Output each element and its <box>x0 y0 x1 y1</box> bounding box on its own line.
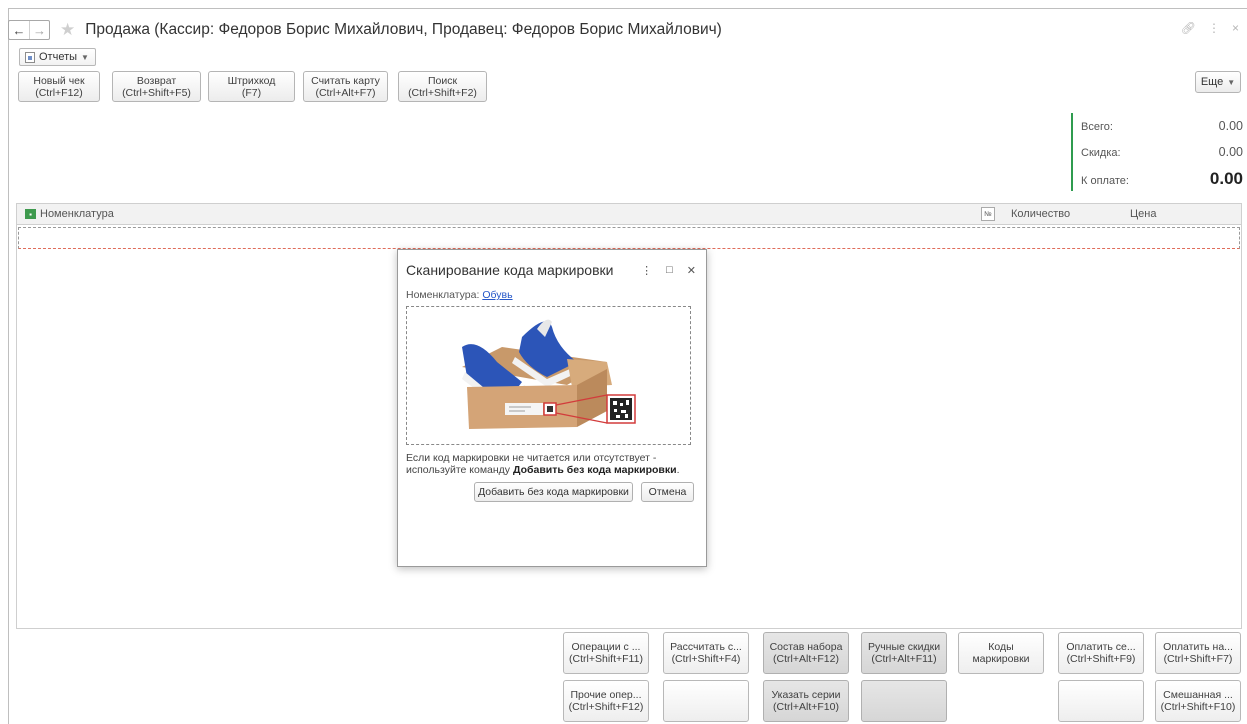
button-shortcut: (Ctrl+Shift+F9) <box>1066 653 1136 665</box>
button-label: Новый чек <box>33 74 85 87</box>
button-label-2: маркировки <box>972 653 1030 665</box>
button-label: Указать серии <box>771 689 841 701</box>
button-shortcut: (Ctrl+Shift+F7) <box>1163 653 1233 665</box>
more-button[interactable]: Еще ▼ <box>1195 71 1241 93</box>
pay-on-button[interactable]: Оплатить на... (Ctrl+Shift+F7) <box>1155 632 1241 674</box>
mixed-payment-button[interactable]: Смешанная ... (Ctrl+Shift+F10) <box>1155 680 1241 722</box>
favorite-star-icon[interactable]: ★ <box>60 20 75 40</box>
read-card-button[interactable]: Считать карту (Ctrl+Alt+F7) <box>303 71 388 102</box>
set-composition-button[interactable]: Состав набора (Ctrl+Alt+F12) <box>763 632 849 674</box>
maximize-icon[interactable]: □ <box>666 264 673 277</box>
total-row: Всего: 0.00 <box>1081 119 1243 133</box>
pay-button[interactable]: Оплатить се... (Ctrl+Shift+F9) <box>1058 632 1144 674</box>
column-price[interactable]: Цена <box>1130 208 1156 220</box>
barcode-button[interactable]: Штрихкод (F7) <box>208 71 295 102</box>
more-label: Еще <box>1200 76 1224 88</box>
discount-value: 0.00 <box>1218 145 1243 159</box>
hint-end: . <box>676 464 680 476</box>
return-button[interactable]: Возврат (Ctrl+Shift+F5) <box>112 71 201 102</box>
button-shortcut: (Ctrl+Shift+F4) <box>671 653 741 665</box>
discount-label: Скидка: <box>1081 147 1121 159</box>
more-vert-icon[interactable]: ⋮ <box>641 264 652 277</box>
reports-menu-button[interactable]: Отчеты ▼ <box>19 48 96 66</box>
button-shortcut: (Ctrl+Alt+F7) <box>315 86 376 99</box>
button-shortcut: (Ctrl+Shift+F5) <box>122 86 191 99</box>
table-header: ▪ Номенклатура № Количество Цена <box>16 203 1242 225</box>
column-nomenclature[interactable]: Номенклатура <box>40 208 114 220</box>
dialog-title: Сканирование кода маркировки <box>406 262 614 278</box>
back-button[interactable]: ← <box>9 21 29 39</box>
window-controls: 🔗︎ ⋮ × <box>1181 21 1239 35</box>
button-label: Коды <box>988 641 1014 653</box>
close-icon[interactable]: ✕ <box>687 264 696 277</box>
close-icon[interactable]: × <box>1232 21 1239 35</box>
table-row[interactable] <box>18 227 1240 249</box>
shoebox-illustration <box>406 306 691 445</box>
button-shortcut: (Ctrl+Shift+F2) <box>408 86 477 99</box>
nav-buttons: ← → <box>8 20 50 40</box>
dialog-controls: ⋮ □ ✕ <box>641 264 696 277</box>
calculate-button[interactable]: Рассчитать с... (Ctrl+Shift+F4) <box>663 632 749 674</box>
scan-marking-code-dialog: Сканирование кода маркировки ⋮ □ ✕ Номен… <box>397 249 707 567</box>
hint-command: Добавить без кода маркировки <box>512 464 677 476</box>
empty-button[interactable] <box>663 680 749 722</box>
report-icon <box>25 51 35 63</box>
button-label: Операции с ... <box>571 641 641 653</box>
button-shortcut: (F7) <box>241 86 262 99</box>
nomenclature-label: Номенклатура: <box>406 289 480 301</box>
other-operations-button[interactable]: Прочие опер... (Ctrl+Shift+F12) <box>563 680 649 722</box>
total-label: Всего: <box>1081 121 1113 133</box>
add-without-code-button[interactable]: Добавить без кода маркировки <box>474 482 633 502</box>
dialog-hint: Если код маркировки не читается или отсу… <box>406 452 706 476</box>
button-shortcut: (Ctrl+Shift+F10) <box>1160 701 1236 713</box>
empty-button[interactable] <box>861 680 947 722</box>
link-icon[interactable]: 🔗︎ <box>1181 21 1196 35</box>
nomenclature-column-icon: ▪ <box>25 209 36 219</box>
button-shortcut: (Ctrl+Alt+F12) <box>773 653 839 665</box>
cancel-button[interactable]: Отмена <box>641 482 694 502</box>
new-receipt-button[interactable]: Новый чек (Ctrl+F12) <box>18 71 100 102</box>
chevron-down-icon: ▼ <box>81 52 89 62</box>
manual-discounts-button[interactable]: Ручные скидки (Ctrl+Alt+F11) <box>861 632 947 674</box>
title-bar: ← → ★ Продажа (Кассир: Федоров Борис Мих… <box>8 17 722 43</box>
page-title: Продажа (Кассир: Федоров Борис Михайлови… <box>85 21 722 38</box>
button-label: Возврат <box>136 74 177 87</box>
chevron-down-icon: ▼ <box>1227 77 1236 87</box>
total-value: 0.00 <box>1218 119 1243 133</box>
button-shortcut: (Ctrl+Shift+F11) <box>569 653 643 665</box>
shoebox-image <box>462 319 636 429</box>
button-label: Оплатить на... <box>1163 641 1233 653</box>
button-label: Прочие опер... <box>570 689 642 701</box>
discount-row: Скидка: 0.00 <box>1081 145 1243 159</box>
button-label: Ручные скидки <box>867 641 941 653</box>
button-shortcut: (Ctrl+Alt+F11) <box>871 653 937 665</box>
to-pay-label: К оплате: <box>1081 175 1129 187</box>
to-pay-value: 0.00 <box>1209 169 1243 188</box>
totals-accent-bar <box>1071 113 1073 191</box>
nomenclature-line: Номенклатура: Обувь <box>406 289 513 301</box>
marking-codes-button[interactable]: Коды маркировки <box>958 632 1044 674</box>
button-label: Оплатить се... <box>1066 641 1136 653</box>
button-label: Смешанная ... <box>1163 689 1233 701</box>
button-label: Рассчитать с... <box>670 641 742 653</box>
reports-label: Отчеты <box>39 51 78 63</box>
forward-button[interactable]: → <box>29 21 49 39</box>
button-shortcut: (Ctrl+Alt+F10) <box>773 701 839 713</box>
operations-button[interactable]: Операции с ... (Ctrl+Shift+F11) <box>563 632 649 674</box>
line-number-column-icon[interactable]: № <box>981 207 995 221</box>
column-quantity[interactable]: Количество <box>1011 208 1070 220</box>
button-label: Штрихкод <box>227 74 276 87</box>
empty-button[interactable] <box>1058 680 1144 722</box>
specify-series-button[interactable]: Указать серии (Ctrl+Alt+F10) <box>763 680 849 722</box>
nomenclature-link[interactable]: Обувь <box>482 289 512 301</box>
search-button[interactable]: Поиск (Ctrl+Shift+F2) <box>398 71 487 102</box>
to-pay-row: К оплате: 0.00 <box>1081 169 1243 189</box>
button-label: Состав набора <box>769 641 843 653</box>
button-label: Поиск <box>427 74 458 87</box>
button-shortcut: (Ctrl+F12) <box>35 86 83 99</box>
more-vert-icon[interactable]: ⋮ <box>1208 21 1220 35</box>
button-label: Считать карту <box>311 74 380 87</box>
button-shortcut: (Ctrl+Shift+F12) <box>568 701 644 713</box>
